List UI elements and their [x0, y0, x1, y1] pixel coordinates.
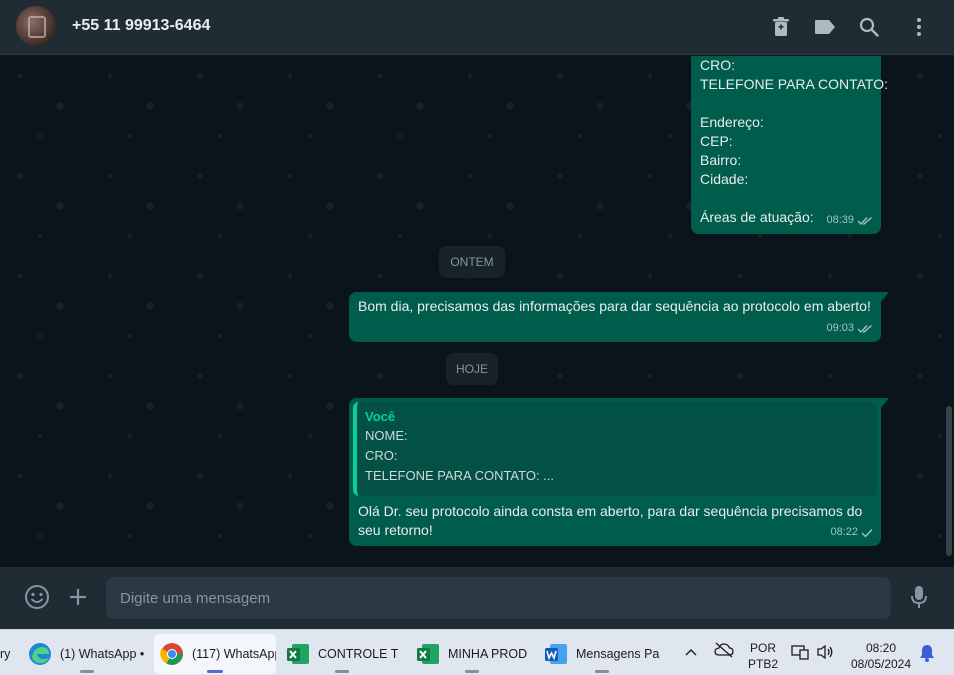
language-label: POR [749, 641, 776, 655]
attach-plus-icon[interactable] [65, 584, 91, 610]
taskbar-running-indicator [207, 670, 223, 673]
chat-scrollbar[interactable] [946, 406, 952, 556]
message-time: 08:39 [826, 214, 854, 226]
message-meta: 09:03 [826, 319, 873, 338]
language-indicator[interactable]: POR PTB2 [748, 640, 778, 672]
taskbar-item-edge[interactable]: (1) WhatsApp • [28, 634, 146, 674]
edge-icon [29, 643, 51, 665]
taskbar-item-label: (1) WhatsApp • [60, 647, 145, 661]
message-list[interactable]: CRO: TELEFONE PARA CONTATO: Endereço: CE… [0, 56, 954, 567]
taskbar-item-word[interactable]: Mensagens Pa [544, 634, 660, 674]
quoted-message[interactable]: Você NOME: CRO: TELEFONE PARA CONTATO: .… [353, 402, 877, 496]
message-meta: 08:22 [830, 523, 873, 542]
search-icon[interactable] [856, 14, 882, 40]
message-text: Olá Dr. seu protocolo ainda consta em ab… [358, 503, 863, 538]
message-line: Endereço: [700, 114, 764, 130]
message-line [700, 189, 872, 208]
quote-line: CRO: [365, 448, 398, 463]
double-check-icon [857, 216, 872, 225]
excel-icon [417, 644, 439, 664]
taskbar-item-chrome[interactable]: (117) WhatsApp [154, 634, 276, 674]
word-icon [545, 644, 567, 664]
message-time: 09:03 [826, 322, 854, 334]
taskbar-item[interactable]: ry [0, 634, 18, 674]
message-line: CEP: [700, 133, 733, 149]
notification-bell-icon[interactable] [919, 644, 935, 667]
quote-line: TELEFONE PARA CONTATO: ... [365, 468, 555, 483]
single-check-icon [861, 528, 873, 538]
outgoing-message[interactable]: Você NOME: CRO: TELEFONE PARA CONTATO: .… [349, 398, 889, 546]
clock[interactable]: 08:20 08/05/2024 [846, 640, 916, 672]
quote-line: NOME: [365, 428, 408, 443]
message-line: Cidade: [700, 171, 749, 187]
chat-header: +55 11 99913-6464 [0, 0, 954, 55]
taskbar-item-excel[interactable]: MINHA PRODU [416, 634, 528, 674]
taskbar-running-indicator [595, 670, 609, 673]
quote-author: Você [365, 409, 396, 424]
day-separator: ONTEM [439, 246, 505, 278]
os-taskbar: ry (1) WhatsApp • (117) WhatsApp CONTROL… [0, 629, 954, 675]
outgoing-message[interactable]: CRO: TELEFONE PARA CONTATO: Endereço: CE… [691, 56, 888, 234]
message-line: TELEFONE PARA CONTATO: [700, 76, 888, 92]
clock-time: 08:20 [865, 641, 897, 655]
delete-icon[interactable] [768, 14, 794, 40]
menu-icon[interactable] [906, 14, 932, 40]
taskbar-item-label: Mensagens Pa [576, 647, 660, 661]
outgoing-message[interactable]: Bom dia, precisamos das informações para… [349, 292, 889, 342]
microphone-icon[interactable] [906, 584, 932, 610]
taskbar-item-label: (117) WhatsApp [192, 647, 276, 661]
chrome-icon [160, 643, 183, 665]
taskbar-item-label: MINHA PRODU [448, 647, 528, 661]
volume-icon[interactable] [816, 644, 834, 665]
contact-name[interactable]: +55 11 99913-6464 [72, 17, 210, 35]
taskbar-running-indicator [335, 670, 349, 673]
message-meta: 08:39 [826, 211, 873, 230]
clock-date: 08/05/2024 [850, 657, 912, 671]
taskbar-item-label: ry [0, 647, 11, 661]
network-icon[interactable] [791, 644, 809, 665]
taskbar-item-excel[interactable]: CONTROLE TE [286, 634, 398, 674]
contact-avatar[interactable] [16, 6, 56, 46]
emoji-icon[interactable] [24, 584, 50, 610]
chevron-up-icon[interactable] [684, 644, 698, 662]
taskbar-running-indicator [80, 670, 94, 673]
message-line: Bairro: [700, 152, 742, 168]
taskbar-item-label: CONTROLE TE [318, 647, 398, 661]
double-check-icon [857, 324, 872, 333]
keyboard-layout-label: PTB2 [748, 657, 779, 671]
label-icon[interactable] [812, 14, 838, 40]
day-separator: HOJE [446, 353, 498, 385]
excel-icon [287, 644, 309, 664]
message-composer [0, 567, 954, 629]
message-time: 08:22 [830, 526, 858, 538]
message-input[interactable] [106, 577, 891, 619]
message-text: Bom dia, precisamos das informações para… [358, 298, 871, 314]
taskbar-running-indicator [465, 670, 479, 673]
cloud-offline-icon[interactable] [714, 642, 734, 663]
message-line: CRO: [700, 57, 735, 73]
message-line [700, 94, 872, 113]
